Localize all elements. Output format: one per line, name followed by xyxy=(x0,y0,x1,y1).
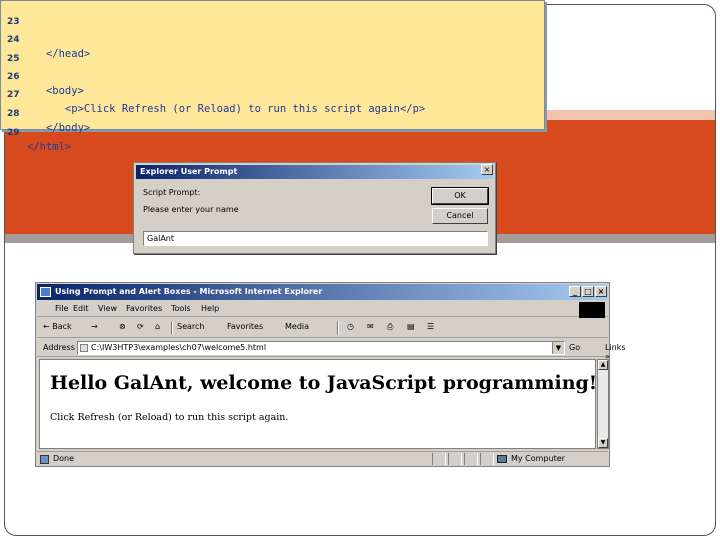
menu-tools[interactable]: Tools xyxy=(171,304,191,313)
cancel-button[interactable]: Cancel xyxy=(432,208,488,224)
code-line: 28 </body> xyxy=(1,93,90,134)
code-text: </head> xyxy=(27,48,91,60)
page-paragraph: Click Refresh (or Reload) to run this sc… xyxy=(50,412,289,423)
code-line: 26 <body> xyxy=(1,56,84,97)
dialog-title: Explorer User Prompt xyxy=(136,165,493,179)
vertical-scrollbar[interactable]: ▲ ▼ xyxy=(597,359,609,449)
computer-icon xyxy=(497,455,507,463)
code-text: </html> xyxy=(27,141,72,153)
code-text: </body> xyxy=(27,122,91,134)
stop-icon[interactable]: ⊗ xyxy=(119,322,126,331)
print-icon[interactable]: ⎙ xyxy=(387,322,393,332)
code-text: <p>Click Refresh (or Reload) to run this… xyxy=(27,103,426,115)
media-button[interactable]: Media xyxy=(285,322,309,331)
browser-title: Using Prompt and Alert Boxes - Microsoft… xyxy=(55,287,323,296)
menu-favorites[interactable]: Favorites xyxy=(126,304,162,313)
go-button[interactable]: Go xyxy=(569,343,580,352)
browser-window: Using Prompt and Alert Boxes - Microsoft… xyxy=(35,282,626,467)
code-line: 25 xyxy=(1,38,26,64)
history-icon[interactable]: ◷ xyxy=(347,322,354,331)
favorites-button[interactable]: Favorites xyxy=(227,322,263,331)
code-line: 27 <p>Click Refresh (or Reload) to run t… xyxy=(1,74,425,115)
security-zone: My Computer xyxy=(497,454,565,463)
browser-title-bar: Using Prompt and Alert Boxes - Microsoft… xyxy=(37,284,608,300)
code-line: 29 </html> xyxy=(1,112,71,153)
line-number: 29 xyxy=(7,128,20,138)
back-button[interactable]: ← Back xyxy=(43,322,72,331)
toolbar-separator xyxy=(337,321,339,335)
ie-app-icon xyxy=(40,287,51,297)
scroll-down-icon[interactable]: ▼ xyxy=(598,438,608,448)
menu-bar: File Edit View Favorites Tools Help xyxy=(37,301,608,317)
code-line: 23 xyxy=(1,1,26,27)
page-heading: Hello GalAnt, welcome to JavaScript prog… xyxy=(50,372,598,394)
script-prompt-label: Script Prompt: xyxy=(143,188,201,197)
status-bar: Done My Computer xyxy=(37,451,608,466)
menu-file[interactable]: File xyxy=(55,304,68,313)
status-text: Done xyxy=(53,454,75,463)
code-text: <body> xyxy=(27,85,84,97)
forward-button[interactable]: → xyxy=(91,322,98,331)
toolbar-separator xyxy=(171,321,173,335)
close-button[interactable]: × xyxy=(595,286,607,297)
windows-logo-icon xyxy=(579,302,605,318)
name-input[interactable]: GalAnt xyxy=(143,231,488,246)
mail-icon[interactable]: ✉ xyxy=(367,322,374,331)
status-cell xyxy=(432,453,446,465)
user-prompt-dialog: Explorer User Prompt × Script Prompt: Pl… xyxy=(133,162,496,254)
status-cell xyxy=(480,453,494,465)
search-button[interactable]: Search xyxy=(177,322,204,331)
dialog-close-button[interactable]: × xyxy=(481,164,493,175)
status-page-icon xyxy=(40,455,49,464)
prompt-message: Please enter your name xyxy=(143,205,239,214)
menu-edit[interactable]: Edit xyxy=(73,304,89,313)
address-value: C:\IW3HTP3\examples\ch07\welcome5.html xyxy=(91,343,267,352)
address-bar: Address C:\IW3HTP3\examples\ch07\welcome… xyxy=(37,339,626,361)
menu-view[interactable]: View xyxy=(98,304,117,313)
code-listing: 23 24 </head> 25 26 <body> 27 <p>Click R… xyxy=(0,0,545,153)
ok-button[interactable]: OK xyxy=(431,187,489,205)
edit-icon[interactable]: ▤ xyxy=(407,322,415,331)
address-label: Address xyxy=(43,343,75,352)
status-cell xyxy=(464,453,478,465)
scroll-up-icon[interactable]: ▲ xyxy=(598,360,608,370)
discuss-icon[interactable]: ☰ xyxy=(427,322,434,331)
page-icon xyxy=(80,344,88,352)
address-dropdown-icon[interactable]: ▼ xyxy=(552,342,564,354)
zone-label: My Computer xyxy=(511,454,565,463)
page-content: Hello GalAnt, welcome to JavaScript prog… xyxy=(39,359,598,449)
maximize-button[interactable]: □ xyxy=(582,286,594,297)
code-line: 24 </head> xyxy=(1,19,90,60)
home-icon[interactable]: ⌂ xyxy=(155,322,160,331)
menu-help[interactable]: Help xyxy=(201,304,219,313)
minimize-button[interactable]: _ xyxy=(569,286,581,297)
standard-toolbar: ← Back → ⊗ ⟳ ⌂ Search Favorites Media ◷ … xyxy=(37,318,608,338)
status-cell xyxy=(448,453,462,465)
address-input[interactable]: C:\IW3HTP3\examples\ch07\welcome5.html ▼ xyxy=(77,341,565,355)
refresh-icon[interactable]: ⟳ xyxy=(137,322,144,331)
